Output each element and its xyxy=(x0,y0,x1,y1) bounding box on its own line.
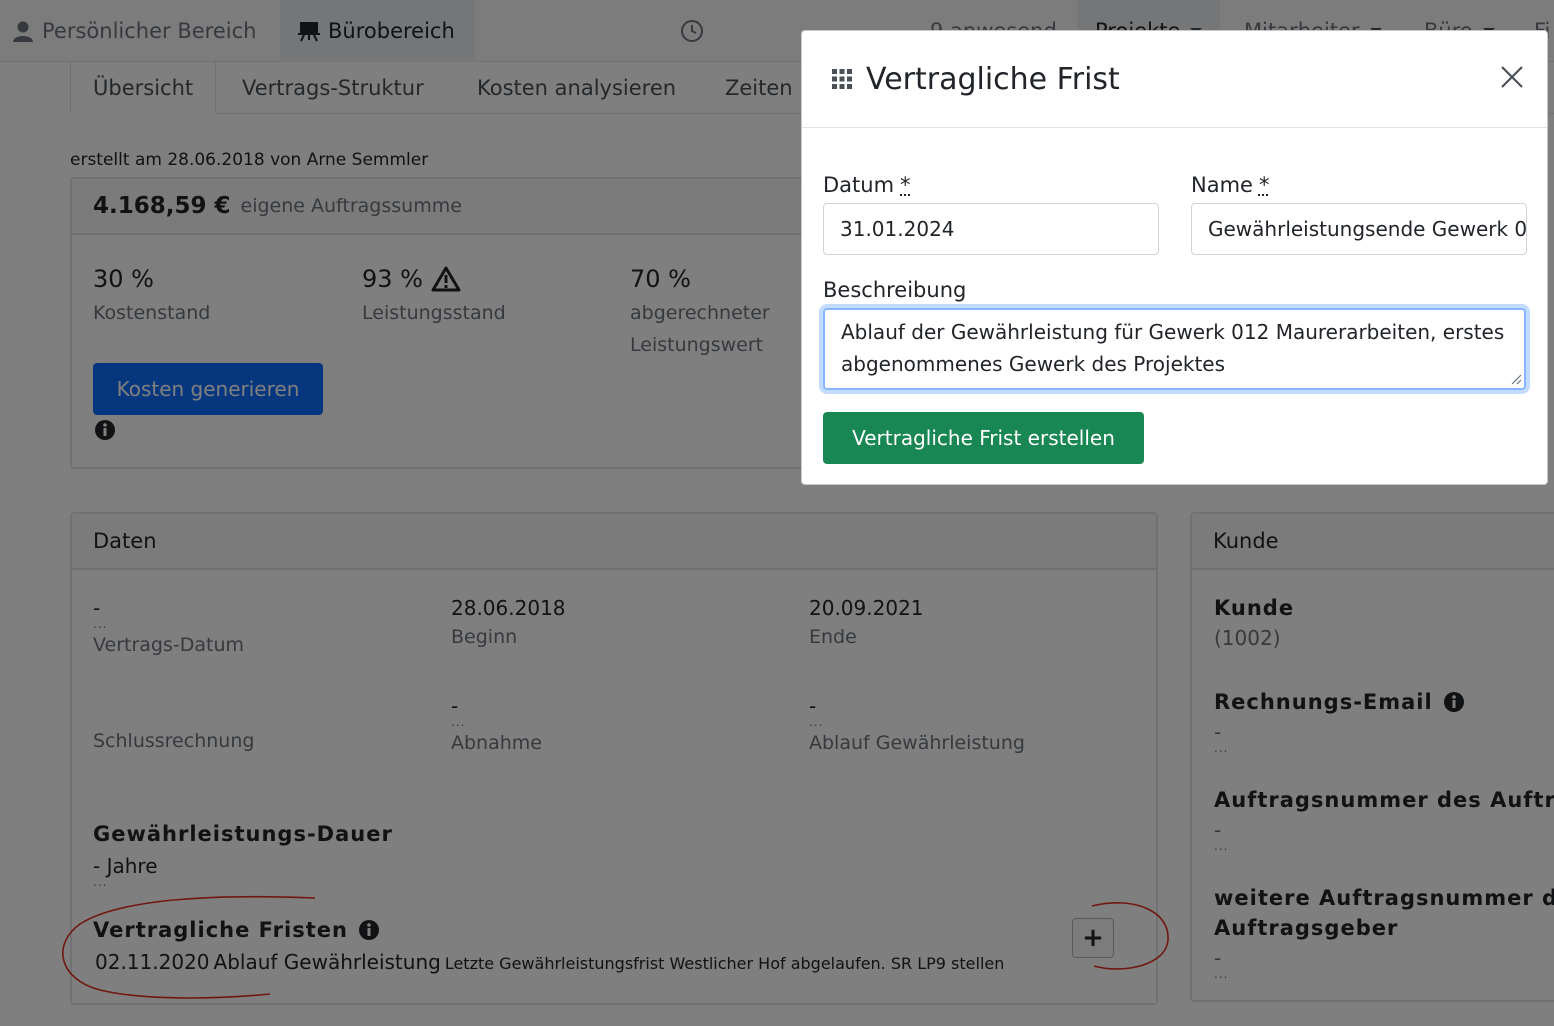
required-mark: * xyxy=(900,173,911,197)
required-mark: * xyxy=(1259,173,1270,197)
deadline-modal: Vertragliche Frist Datum * 31.01.2024 Nam… xyxy=(801,30,1548,485)
modal-header: Vertragliche Frist xyxy=(802,31,1547,128)
date-label-row: Datum * xyxy=(823,173,911,197)
name-label: Name xyxy=(1191,173,1253,197)
date-label: Datum xyxy=(823,173,894,197)
grid-icon xyxy=(832,69,852,89)
create-deadline-button[interactable]: Vertragliche Frist erstellen xyxy=(823,412,1144,464)
close-button[interactable] xyxy=(1497,63,1527,93)
modal-title: Vertragliche Frist xyxy=(866,62,1120,97)
description-label: Beschreibung xyxy=(823,278,966,302)
date-input[interactable]: 31.01.2024 xyxy=(823,203,1159,255)
description-textarea[interactable]: Ablauf der Gewährleistung für Gewerk 012… xyxy=(823,308,1526,390)
name-input[interactable]: Gewährleistungsende Gewerk 012 xyxy=(1191,203,1527,255)
close-icon xyxy=(1500,65,1524,89)
name-label-row: Name * xyxy=(1191,173,1269,197)
resize-grip-icon[interactable] xyxy=(1510,373,1522,385)
